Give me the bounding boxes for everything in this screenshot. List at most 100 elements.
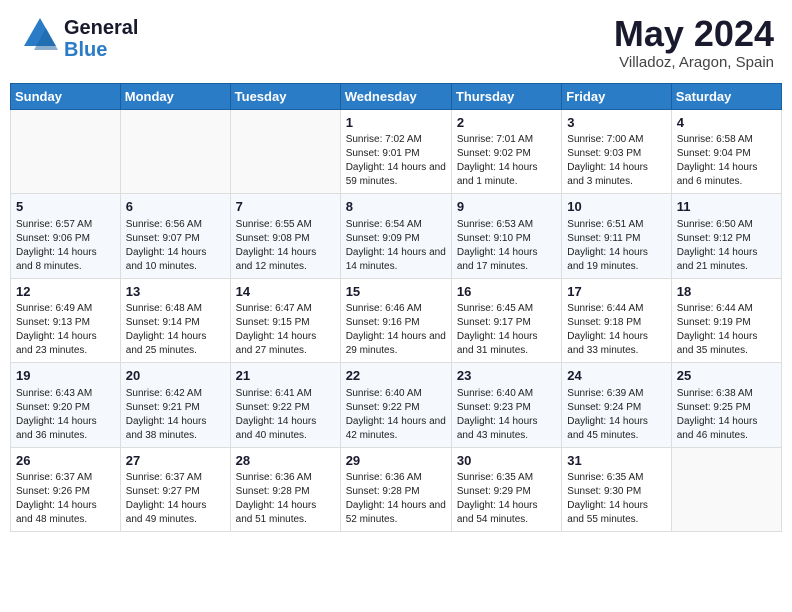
day-info: Sunrise: 6:38 AMSunset: 9:25 PMDaylight:…	[677, 387, 776, 443]
calendar-week-row: 5 Sunrise: 6:57 AMSunset: 9:06 PMDaylight…	[11, 194, 782, 279]
day-number: 26	[16, 452, 115, 470]
day-number: 9	[457, 198, 556, 216]
day-info: Sunrise: 6:55 AMSunset: 9:08 PMDaylight:…	[236, 218, 335, 274]
day-info: Sunrise: 6:53 AMSunset: 9:10 PMDaylight:…	[457, 218, 556, 274]
day-info: Sunrise: 6:35 AMSunset: 9:29 PMDaylight:…	[457, 471, 556, 527]
day-number: 28	[236, 452, 335, 470]
day-info: Sunrise: 6:41 AMSunset: 9:22 PMDaylight:…	[236, 387, 335, 443]
col-friday: Friday	[562, 83, 671, 109]
day-number: 1	[346, 114, 446, 132]
col-saturday: Saturday	[671, 83, 781, 109]
day-number: 10	[567, 198, 665, 216]
day-info: Sunrise: 6:57 AMSunset: 9:06 PMDaylight:…	[16, 218, 115, 274]
calendar-day-cell: 20Sunrise: 6:42 AMSunset: 9:21 PMDayligh…	[120, 363, 230, 448]
day-number: 6	[126, 198, 225, 216]
day-info: Sunrise: 6:40 AMSunset: 9:22 PMDaylight:…	[346, 387, 446, 443]
day-number: 12	[16, 283, 115, 301]
logo-icon	[18, 14, 62, 58]
month-title: May 2024	[614, 14, 774, 54]
day-number: 15	[346, 283, 446, 301]
calendar-day-cell: 10 Sunrise: 6:51 AMSunset: 9:11 PMDayligh…	[562, 194, 671, 279]
calendar-day-cell	[671, 447, 781, 532]
calendar-day-cell	[230, 109, 340, 194]
calendar-day-cell: 21Sunrise: 6:41 AMSunset: 9:22 PMDayligh…	[230, 363, 340, 448]
calendar-day-cell: 9 Sunrise: 6:53 AMSunset: 9:10 PMDaylight…	[451, 194, 561, 279]
calendar-day-cell: 17Sunrise: 6:44 AMSunset: 9:18 PMDayligh…	[562, 278, 671, 363]
calendar-week-row: 19 Sunrise: 6:43 AMSunset: 9:20 PMDayligh…	[11, 363, 782, 448]
day-info: Sunrise: 6:56 AMSunset: 9:07 PMDaylight:…	[126, 218, 225, 274]
col-monday: Monday	[120, 83, 230, 109]
calendar-day-cell: 3Sunrise: 7:00 AMSunset: 9:03 PMDaylight…	[562, 109, 671, 194]
calendar-day-cell	[11, 109, 121, 194]
day-info: Sunrise: 6:35 AMSunset: 9:30 PMDaylight:…	[567, 471, 665, 527]
calendar-day-cell: 14Sunrise: 6:47 AMSunset: 9:15 PMDayligh…	[230, 278, 340, 363]
day-number: 29	[346, 452, 446, 470]
day-number: 17	[567, 283, 665, 301]
day-number: 23	[457, 367, 556, 385]
calendar-day-cell: 11Sunrise: 6:50 AMSunset: 9:12 PMDayligh…	[671, 194, 781, 279]
calendar-week-row: 12Sunrise: 6:49 AMSunset: 9:13 PMDayligh…	[11, 278, 782, 363]
calendar-day-cell: 6 Sunrise: 6:56 AMSunset: 9:07 PMDaylight…	[120, 194, 230, 279]
day-info: Sunrise: 6:49 AMSunset: 9:13 PMDaylight:…	[16, 302, 115, 358]
calendar-day-cell: 4Sunrise: 6:58 AMSunset: 9:04 PMDaylight…	[671, 109, 781, 194]
calendar-day-cell: 13Sunrise: 6:48 AMSunset: 9:14 PMDayligh…	[120, 278, 230, 363]
day-info: Sunrise: 6:48 AMSunset: 9:14 PMDaylight:…	[126, 302, 225, 358]
calendar-day-cell	[120, 109, 230, 194]
calendar-day-cell: 18Sunrise: 6:44 AMSunset: 9:19 PMDayligh…	[671, 278, 781, 363]
day-info: Sunrise: 7:01 AMSunset: 9:02 PMDaylight:…	[457, 133, 556, 189]
calendar-day-cell: 8Sunrise: 6:54 AMSunset: 9:09 PMDaylight…	[340, 194, 451, 279]
day-number: 27	[126, 452, 225, 470]
day-number: 11	[677, 198, 776, 216]
day-number: 13	[126, 283, 225, 301]
day-number: 18	[677, 283, 776, 301]
day-info: Sunrise: 6:37 AMSunset: 9:26 PMDaylight:…	[16, 471, 115, 527]
calendar-day-cell: 12Sunrise: 6:49 AMSunset: 9:13 PMDayligh…	[11, 278, 121, 363]
day-number: 2	[457, 114, 556, 132]
calendar-day-cell: 30Sunrise: 6:35 AMSunset: 9:29 PMDayligh…	[451, 447, 561, 532]
day-number: 3	[567, 114, 665, 132]
calendar-day-cell: 1Sunrise: 7:02 AMSunset: 9:01 PMDaylight…	[340, 109, 451, 194]
calendar-day-cell: 31Sunrise: 6:35 AMSunset: 9:30 PMDayligh…	[562, 447, 671, 532]
day-number: 5	[16, 198, 115, 216]
day-info: Sunrise: 6:43 AMSunset: 9:20 PMDaylight:…	[16, 387, 115, 443]
day-number: 16	[457, 283, 556, 301]
day-info: Sunrise: 6:36 AMSunset: 9:28 PMDaylight:…	[346, 471, 446, 527]
calendar-day-cell: 24Sunrise: 6:39 AMSunset: 9:24 PMDayligh…	[562, 363, 671, 448]
calendar-header-row: Sunday Monday Tuesday Wednesday Thursday…	[11, 83, 782, 109]
calendar-day-cell: 16Sunrise: 6:45 AMSunset: 9:17 PMDayligh…	[451, 278, 561, 363]
location-subtitle: Villadoz, Aragon, Spain	[614, 54, 774, 71]
day-info: Sunrise: 6:44 AMSunset: 9:18 PMDaylight:…	[567, 302, 665, 358]
day-info: Sunrise: 7:02 AMSunset: 9:01 PMDaylight:…	[346, 133, 446, 189]
calendar-day-cell: 26Sunrise: 6:37 AMSunset: 9:26 PMDayligh…	[11, 447, 121, 532]
day-info: Sunrise: 6:51 AMSunset: 9:11 PMDaylight:…	[567, 218, 665, 274]
calendar-week-row: 26Sunrise: 6:37 AMSunset: 9:26 PMDayligh…	[11, 447, 782, 532]
calendar-day-cell: 2Sunrise: 7:01 AMSunset: 9:02 PMDaylight…	[451, 109, 561, 194]
col-sunday: Sunday	[11, 83, 121, 109]
calendar-day-cell: 7Sunrise: 6:55 AMSunset: 9:08 PMDaylight…	[230, 194, 340, 279]
col-tuesday: Tuesday	[230, 83, 340, 109]
day-number: 19	[16, 367, 115, 385]
logo-blue: Blue	[64, 39, 138, 61]
title-area: May 2024 Villadoz, Aragon, Spain	[614, 14, 774, 71]
col-wednesday: Wednesday	[340, 83, 451, 109]
day-number: 14	[236, 283, 335, 301]
day-number: 4	[677, 114, 776, 132]
day-number: 31	[567, 452, 665, 470]
day-info: Sunrise: 6:47 AMSunset: 9:15 PMDaylight:…	[236, 302, 335, 358]
day-number: 30	[457, 452, 556, 470]
calendar-day-cell: 22Sunrise: 6:40 AMSunset: 9:22 PMDayligh…	[340, 363, 451, 448]
page-header: General Blue May 2024 Villadoz, Aragon, …	[10, 10, 782, 75]
calendar-day-cell: 25 Sunrise: 6:38 AMSunset: 9:25 PMDayligh…	[671, 363, 781, 448]
day-number: 20	[126, 367, 225, 385]
day-info: Sunrise: 6:46 AMSunset: 9:16 PMDaylight:…	[346, 302, 446, 358]
calendar-day-cell: 29Sunrise: 6:36 AMSunset: 9:28 PMDayligh…	[340, 447, 451, 532]
calendar-day-cell: 19 Sunrise: 6:43 AMSunset: 9:20 PMDayligh…	[11, 363, 121, 448]
calendar-day-cell: 23Sunrise: 6:40 AMSunset: 9:23 PMDayligh…	[451, 363, 561, 448]
day-info: Sunrise: 6:54 AMSunset: 9:09 PMDaylight:…	[346, 218, 446, 274]
logo-general: General	[64, 17, 138, 39]
day-number: 25	[677, 367, 776, 385]
day-info: Sunrise: 6:37 AMSunset: 9:27 PMDaylight:…	[126, 471, 225, 527]
day-info: Sunrise: 6:36 AMSunset: 9:28 PMDaylight:…	[236, 471, 335, 527]
calendar-day-cell: 28Sunrise: 6:36 AMSunset: 9:28 PMDayligh…	[230, 447, 340, 532]
day-info: Sunrise: 6:58 AMSunset: 9:04 PMDaylight:…	[677, 133, 776, 189]
